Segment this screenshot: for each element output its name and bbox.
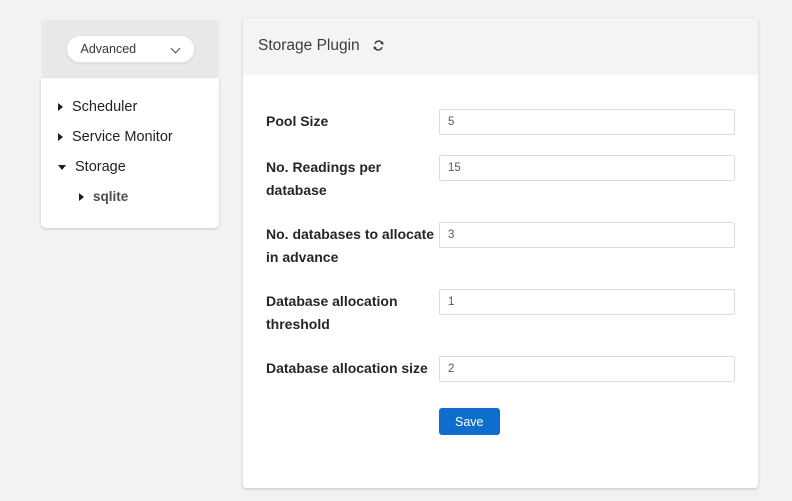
save-spacer — [266, 408, 439, 435]
tree-item-sqlite[interactable]: sqlite — [41, 182, 219, 212]
refresh-icon[interactable] — [372, 39, 385, 52]
advanced-select[interactable]: Advanced — [66, 35, 195, 63]
field-label: Database allocation size — [266, 356, 439, 380]
settings-form: Pool Size No. Readings per database No. … — [243, 73, 758, 435]
sidebar: Advanced Scheduler Service Monitor Stora… — [41, 20, 219, 228]
category-tree: Scheduler Service Monitor Storage sqlite — [41, 78, 219, 228]
tree-item-scheduler[interactable]: Scheduler — [41, 92, 219, 122]
field-label: Pool Size — [266, 109, 439, 133]
form-row-readings-per-database: No. Readings per database — [266, 155, 735, 202]
storage-plugin-card: Storage Plugin Pool Size No. Readings pe… — [243, 18, 758, 488]
pool-size-input[interactable] — [439, 109, 735, 135]
field-label: No. Readings per database — [266, 155, 439, 202]
databases-to-allocate-input[interactable] — [439, 222, 735, 248]
readings-per-database-input[interactable] — [439, 155, 735, 181]
form-row-allocation-threshold: Database allocation threshold — [266, 289, 735, 336]
save-button[interactable]: Save — [439, 408, 500, 435]
allocation-size-input[interactable] — [439, 356, 735, 382]
field-label: No. databases to allocate in advance — [266, 222, 439, 269]
save-row: Save — [266, 408, 735, 435]
tree-item-storage[interactable]: Storage — [41, 152, 219, 182]
advanced-select-value: Advanced — [81, 43, 137, 56]
field-label: Database allocation threshold — [266, 289, 439, 336]
form-row-pool-size: Pool Size — [266, 109, 735, 135]
tree-item-label: sqlite — [93, 190, 128, 204]
triangle-down-icon[interactable] — [58, 165, 66, 170]
tree-item-service-monitor[interactable]: Service Monitor — [41, 122, 219, 152]
triangle-right-icon[interactable] — [58, 133, 63, 141]
form-row-allocation-size: Database allocation size — [266, 356, 735, 382]
allocation-threshold-input[interactable] — [439, 289, 735, 315]
tree-item-label: Scheduler — [72, 100, 137, 115]
tree-item-label: Service Monitor — [72, 130, 173, 145]
page-title: Storage Plugin — [258, 38, 360, 54]
tree-item-label: Storage — [75, 160, 126, 175]
card-header: Storage Plugin — [243, 18, 758, 73]
triangle-right-icon[interactable] — [58, 103, 63, 111]
selector-panel: Advanced — [41, 20, 219, 78]
triangle-right-icon[interactable] — [79, 193, 84, 201]
form-row-databases-to-allocate: No. databases to allocate in advance — [266, 222, 735, 269]
chevron-down-icon — [172, 45, 181, 54]
